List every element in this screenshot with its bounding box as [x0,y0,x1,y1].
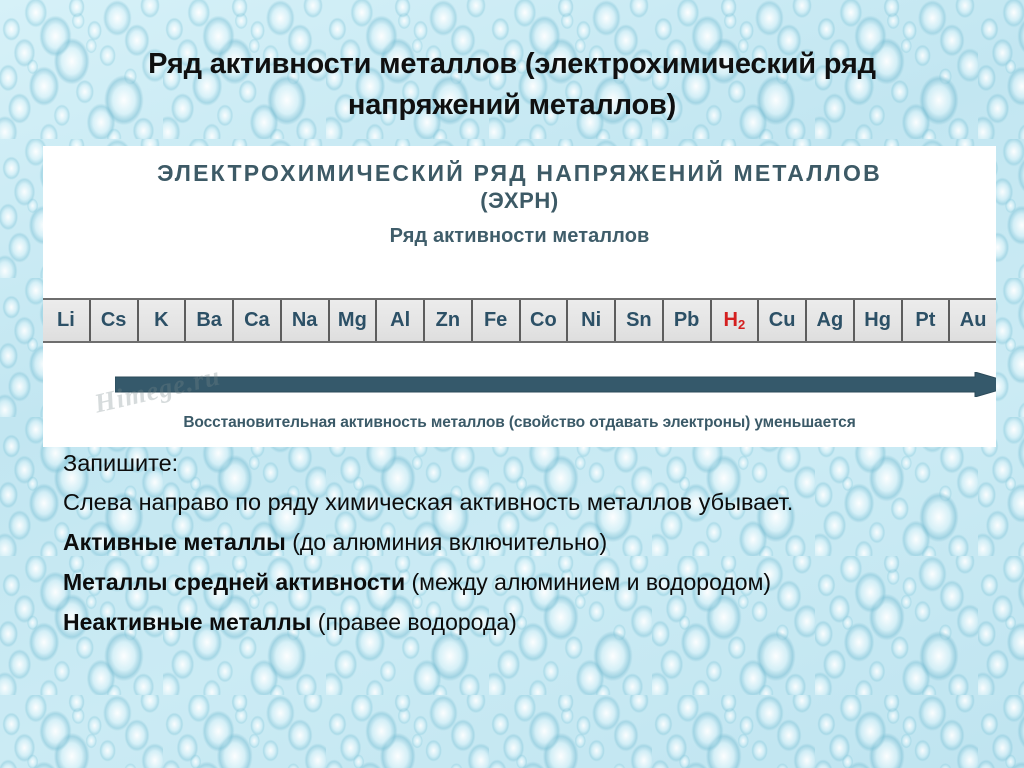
note-medium-metals-label: Металлы средней активности [63,569,406,595]
metal-symbol: Sn [626,309,652,331]
metal-subscript: 2 [737,317,746,332]
metal-cell-hg: Hg [854,300,903,341]
metal-cell-mg: Mg [329,300,378,341]
metal-cell-ba: Ba [186,300,234,341]
metal-symbol: Cs [100,309,127,331]
metal-cell-h2: H2 [711,300,760,341]
metal-cell-fe: Fe [472,300,521,341]
decreasing-activity-arrow [115,372,996,397]
metal-cell-cu: Cu [759,300,807,341]
note-medium-metals: Металлы средней активности (между алюмин… [63,571,993,594]
metal-cell-zn: Zn [425,300,473,341]
metal-symbol: Fe [483,309,508,331]
metal-cell-pb: Pb [663,300,712,341]
note-medium-metals-detail: (между алюминием и водородом) [405,569,772,595]
metal-cell-ni: Ni [568,300,616,341]
note-active-metals-detail: (до алюминия включительно) [285,529,608,555]
metal-symbol: H [723,309,738,331]
metal-symbol: Li [56,309,75,331]
note-inactive-metals-detail: (правее водорода) [311,609,517,635]
metal-cell-ca: Ca [234,300,282,341]
metal-cell-li: Li [43,300,91,341]
note-inactive-metals: Неактивные металлы (правее водорода) [63,611,993,634]
note-active-metals: Активные металлы (до алюминия включитель… [63,531,993,554]
panel-subtitle: Ряд активности металлов [389,224,650,247]
metal-cell-na: Na [281,300,330,341]
panel-abbreviation: (ЭХРН) [480,188,559,214]
panel-heading-block: ЭЛЕКТРОХИМИЧЕСКИЙ РЯД НАПРЯЖЕНИЙ МЕТАЛЛО… [43,146,996,248]
note-active-metals-label: Активные металлы [63,529,286,555]
metal-symbol: Au [959,309,987,331]
metal-symbol: K [154,309,169,331]
metal-cell-pt: Pt [902,300,951,341]
metal-cell-cs: Cs [90,300,139,341]
metal-symbol: Ag [816,309,844,331]
notes-block: Запишите: Слева направо по ряду химическ… [63,450,993,634]
metal-cell-co: Co [520,300,569,341]
metal-symbol: Ni [581,309,602,331]
metal-symbol: Cu [768,309,796,331]
metal-symbol: Hg [864,309,891,331]
metal-symbol: Zn [435,309,461,331]
metal-cell-au: Au [950,300,996,341]
metal-symbol: Ca [244,309,270,331]
metals-activity-row: Li Cs K Ba Ca Na Mg Al Zn Fe Co Ni Sn Pb H 2 Cu Ag Hg Pt Au [43,298,996,343]
metal-cell-sn: Sn [616,300,664,341]
note-write-down: Запишите: [63,450,179,476]
activity-trend-caption: Восстановительная активность металлов (с… [183,414,856,431]
note-inactive-metals-label: Неактивные металлы [63,609,312,635]
metal-symbol: Mg [337,309,367,331]
metal-symbol: Pt [915,309,936,331]
metal-cell-k: K [138,300,187,341]
metal-symbol: Na [291,309,318,331]
page-title: Ряд активности металлов (электрохимическ… [148,48,876,122]
metal-symbol: Ba [196,309,222,331]
panel-title: ЭЛЕКТРОХИМИЧЕСКИЙ РЯД НАПРЯЖЕНИЙ МЕТАЛЛО… [157,160,882,186]
metal-cell-ag: Ag [807,300,855,341]
slide-content: Ряд активности металлов (электрохимическ… [0,0,1024,768]
metal-symbol: Co [530,309,557,331]
metal-symbol: Pb [673,309,700,331]
metal-symbol: Al [390,309,411,331]
electrochemical-series-panel: ЭЛЕКТРОХИМИЧЕСКИЙ РЯД НАПРЯЖЕНИЙ МЕТАЛЛО… [43,146,996,447]
metal-cell-al: Al [377,300,425,341]
note-activity-rule: Слева направо по ряду химическая активно… [63,488,794,515]
